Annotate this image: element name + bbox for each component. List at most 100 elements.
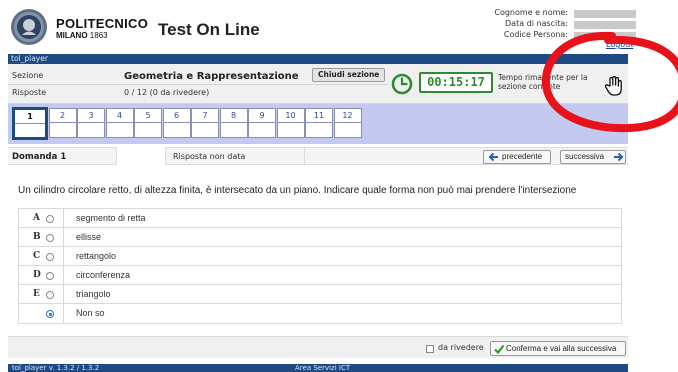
question-tab-number: 6 — [163, 109, 190, 123]
question-tab-11[interactable]: 11 — [305, 108, 333, 138]
timer-note: Tempo rimanente per la sezione corrente — [498, 73, 588, 91]
question-tab-2[interactable]: 2 — [48, 108, 77, 138]
answers-count: 0 / 12 (0 da rivedere) — [124, 88, 210, 97]
previous-button[interactable]: precedente — [483, 150, 551, 164]
question-tab-1[interactable]: 1 — [12, 107, 48, 140]
review-label: da rivedere — [438, 343, 484, 352]
next-button[interactable]: successiva — [560, 150, 626, 164]
question-nav-row: Domanda 1 Risposta non data precedente s… — [8, 147, 628, 165]
option-text: circonferenza — [76, 270, 131, 280]
option-radio[interactable] — [46, 272, 54, 280]
question-tab-number: 1 — [15, 110, 45, 124]
footer-bar: tol_player v. 1.3.2 / 1.3.2 Area Servizi… — [8, 364, 628, 372]
user-name-label: Cognome e nome: — [494, 8, 568, 17]
section-label: Sezione — [12, 71, 44, 80]
question-tab-strip: 1 2 3 4 5 6 7 8 9 10 11 12 — [8, 104, 628, 144]
arrow-right-icon — [614, 152, 624, 162]
action-bar: da rivedere Conferma e vai alla successi… — [8, 336, 628, 358]
question-number-label: Domanda 1 — [12, 152, 67, 162]
question-tab-number: 5 — [135, 109, 161, 123]
question-tab-number: 7 — [192, 109, 218, 123]
question-tab-3[interactable]: 3 — [77, 108, 105, 138]
app-title: Test On Line — [158, 20, 260, 39]
question-tab-number: 12 — [334, 109, 361, 123]
previous-label: precedente — [502, 152, 543, 161]
option-letter: E — [33, 289, 40, 299]
option-text: ellisse — [76, 232, 102, 242]
option-letter: C — [33, 251, 41, 261]
university-year: 1863 — [89, 31, 108, 40]
question-tab-4[interactable]: 4 — [105, 108, 134, 138]
confirm-label: Conferma e vai alla successiva — [506, 344, 617, 353]
redacted-birth-date — [574, 21, 636, 29]
info-divider — [8, 84, 388, 85]
university-seal-icon — [11, 9, 47, 45]
person-code-label: Codice Persona: — [503, 30, 568, 39]
hand-pointer-icon[interactable] — [604, 75, 624, 97]
question-row-divider — [304, 147, 305, 165]
answer-options: Asegmento di retta Bellisse Crettangolo Dci… — [18, 208, 622, 324]
option-radio[interactable] — [46, 215, 54, 223]
answer-option[interactable]: Crettangolo — [19, 247, 621, 266]
option-radio[interactable] — [46, 291, 54, 299]
option-text: Non so — [76, 308, 105, 318]
frame-bar: tol_player — [8, 54, 628, 64]
option-text: triangolo — [76, 289, 111, 299]
option-text: rettangolo — [76, 251, 117, 261]
option-radio[interactable] — [46, 234, 54, 242]
arrow-left-icon — [488, 152, 498, 162]
question-tab-10[interactable]: 10 — [276, 108, 305, 138]
university-city: MILANO 1863 — [56, 31, 108, 40]
review-checkbox[interactable] — [426, 345, 434, 353]
section-info-panel: Sezione Geometria e Rappresentazione Chi… — [8, 64, 628, 104]
answer-option[interactable]: Asegmento di retta — [19, 209, 621, 228]
answer-option[interactable]: Etriangolo — [19, 285, 621, 304]
question-tab-number: 9 — [249, 109, 275, 123]
question-tab-number: 10 — [277, 109, 304, 123]
next-label: successiva — [565, 152, 605, 161]
redacted-person-code — [574, 32, 636, 40]
question-tab-number: 2 — [49, 109, 76, 123]
clock-icon — [391, 73, 413, 95]
question-tab-12[interactable]: 12 — [333, 108, 362, 138]
option-letter: B — [33, 232, 41, 242]
option-radio[interactable] — [46, 310, 54, 318]
university-name: POLITECNICO — [56, 16, 149, 31]
page-header: POLITECNICO MILANO 1863 Test On Line Cog… — [0, 0, 678, 52]
footer-area: Area Servizi ICT — [295, 364, 351, 372]
question-tab-number: 4 — [106, 109, 133, 123]
option-divider — [63, 209, 64, 228]
question-text: Un cilindro circolare retto, di altezza … — [18, 185, 577, 196]
question-tab-7[interactable]: 7 — [191, 108, 219, 138]
option-letter: A — [33, 213, 40, 223]
question-tab-number: 11 — [306, 109, 332, 123]
question-tab-5[interactable]: 5 — [134, 108, 162, 138]
birth-date-label: Data di nascita: — [505, 19, 568, 28]
option-divider — [63, 228, 64, 247]
answer-status: Risposta non data — [173, 152, 246, 161]
timer-display: 00:15:17 — [419, 72, 493, 93]
confirm-next-button[interactable]: Conferma e vai alla successiva — [490, 341, 626, 356]
footer-version: tol_player v. 1.3.2 / 1.3.2 — [12, 364, 100, 372]
answer-option[interactable]: Bellisse — [19, 228, 621, 247]
question-tab-8[interactable]: 8 — [219, 108, 248, 138]
answers-label: Risposte — [12, 88, 47, 97]
section-name: Geometria e Rappresentazione — [124, 71, 299, 82]
answer-option[interactable]: Dcirconferenza — [19, 266, 621, 285]
answer-option[interactable]: Non so — [19, 304, 621, 323]
option-divider — [63, 247, 64, 266]
check-icon — [494, 344, 504, 354]
option-text: segmento di retta — [76, 213, 146, 223]
question-tab-number: 3 — [78, 109, 104, 123]
close-section-button[interactable]: Chiudi sezione — [312, 68, 386, 82]
option-divider — [63, 266, 64, 285]
logout-link[interactable]: Logout — [606, 40, 633, 49]
option-radio[interactable] — [46, 253, 54, 261]
question-tab-6[interactable]: 6 — [162, 108, 191, 138]
option-divider — [63, 285, 64, 304]
option-divider — [63, 304, 64, 323]
redacted-name — [574, 10, 636, 18]
question-tab-9[interactable]: 9 — [248, 108, 276, 138]
option-letter: D — [33, 270, 41, 280]
university-city-name: MILANO — [56, 31, 88, 40]
